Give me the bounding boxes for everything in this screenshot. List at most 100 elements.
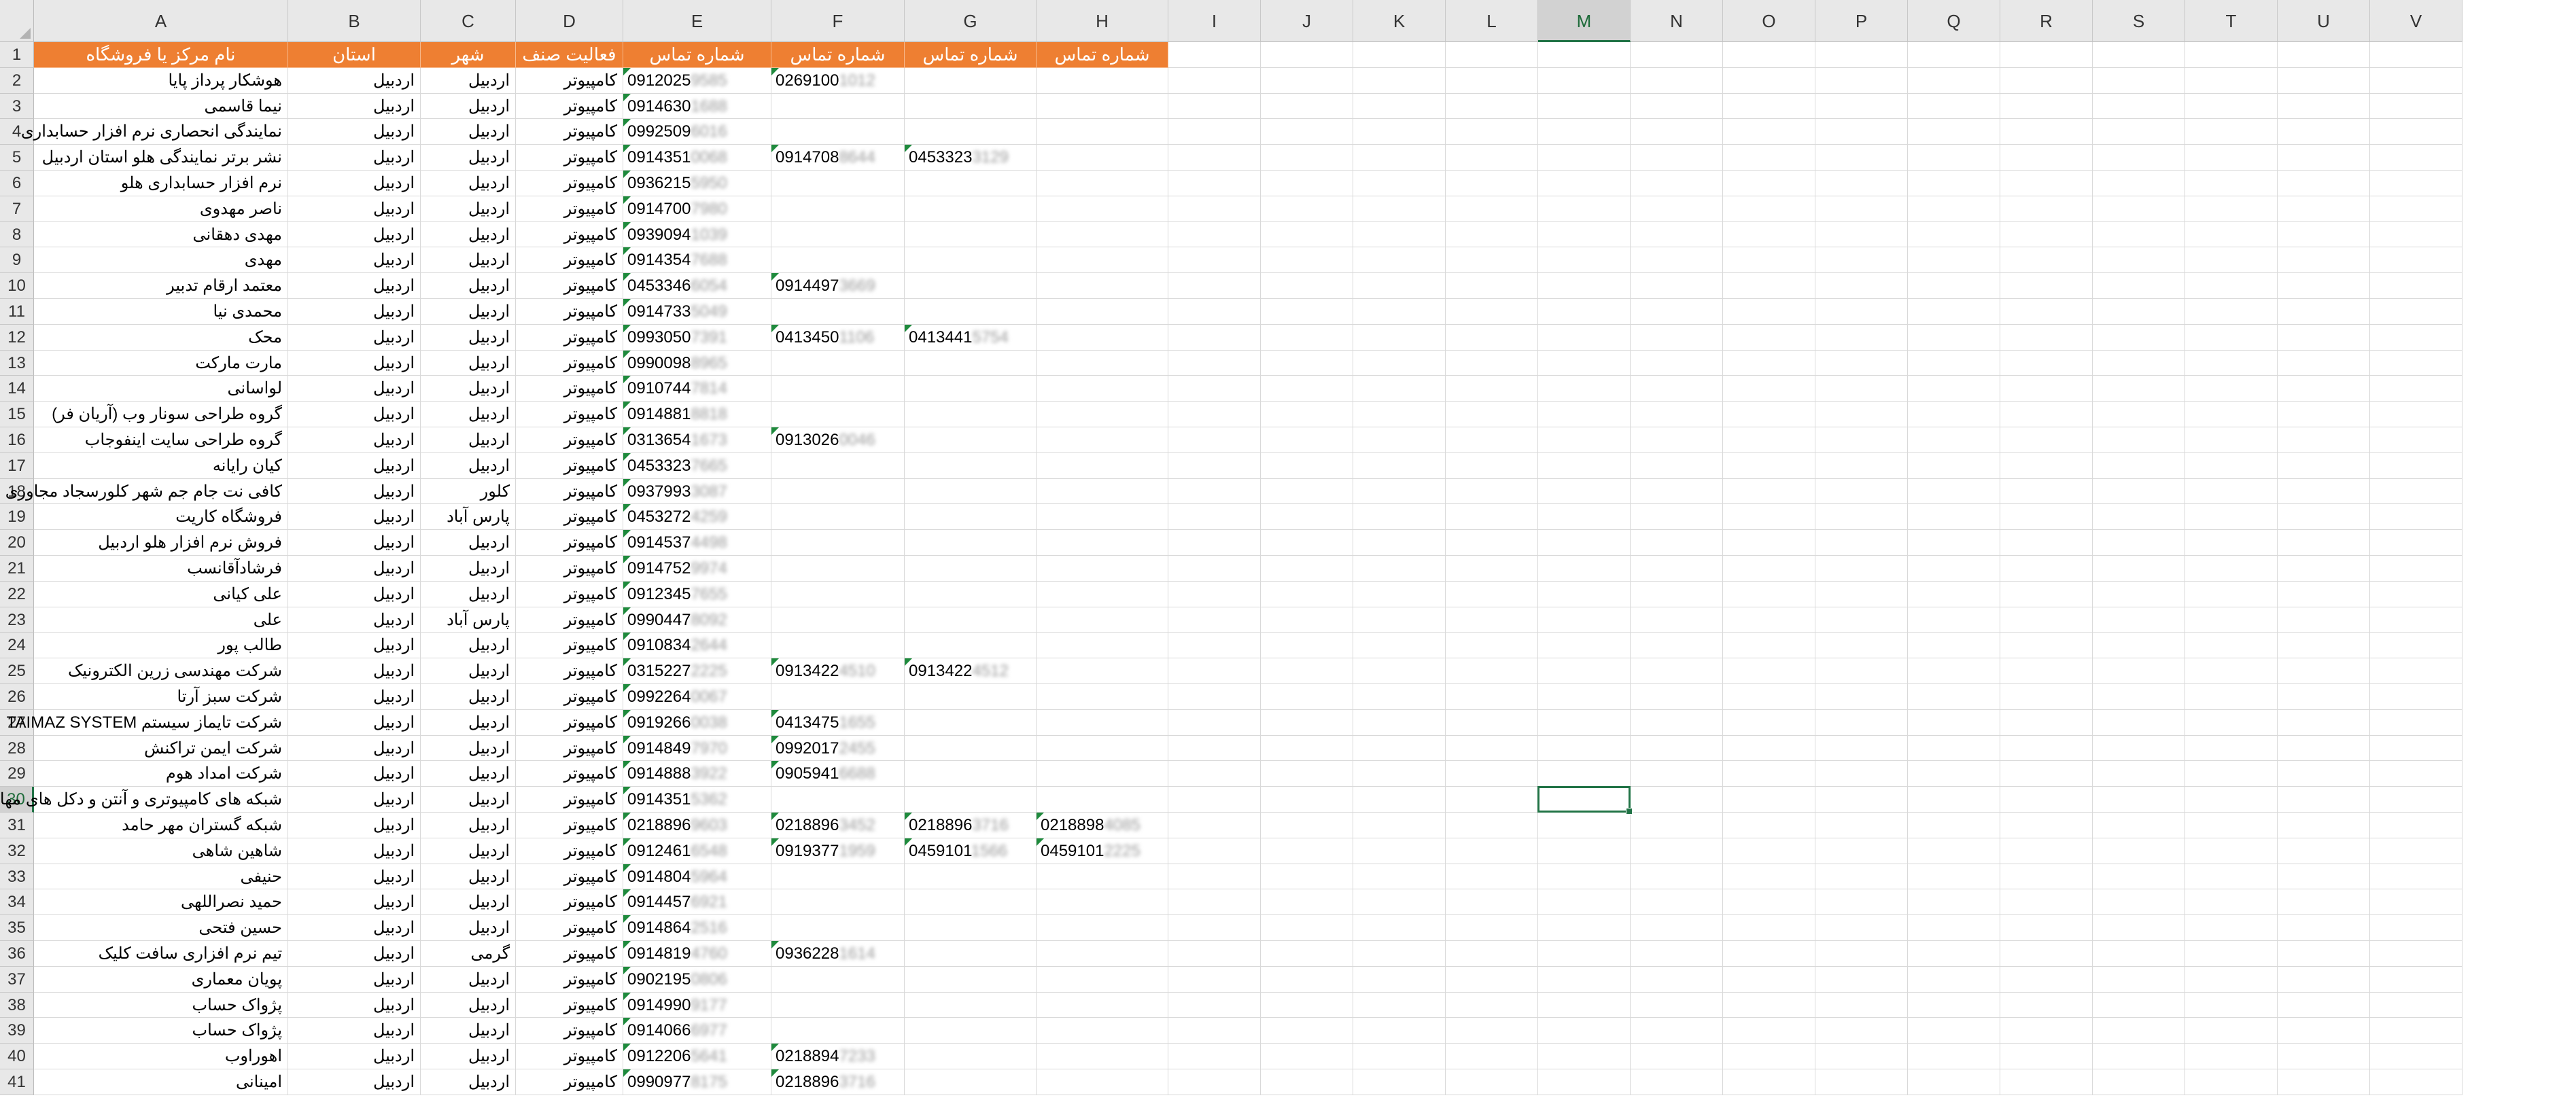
city-cell[interactable]: اردبیل bbox=[421, 966, 516, 993]
column-header-l[interactable]: L bbox=[1446, 0, 1538, 42]
cell[interactable] bbox=[1723, 93, 1815, 120]
cell[interactable] bbox=[2185, 1018, 2278, 1044]
cell[interactable] bbox=[1168, 761, 1261, 787]
cell[interactable] bbox=[2093, 709, 2185, 736]
cell[interactable] bbox=[1723, 376, 1815, 402]
cell[interactable] bbox=[2000, 145, 2093, 171]
cell[interactable] bbox=[1037, 1044, 1168, 1069]
cell[interactable] bbox=[2000, 530, 2093, 556]
cell[interactable] bbox=[1261, 171, 1353, 196]
cell[interactable] bbox=[1446, 761, 1538, 787]
cell[interactable] bbox=[1815, 1069, 1908, 1095]
phone-cell[interactable]: 04533237665 bbox=[623, 452, 771, 479]
cell[interactable] bbox=[1168, 221, 1261, 248]
cell[interactable] bbox=[2370, 658, 2462, 684]
cell[interactable] bbox=[2370, 1018, 2462, 1044]
cell[interactable] bbox=[1815, 556, 1908, 582]
cell[interactable] bbox=[1037, 452, 1168, 479]
cell[interactable] bbox=[1037, 915, 1168, 941]
cell[interactable] bbox=[905, 787, 1037, 813]
cell[interactable] bbox=[2000, 633, 2093, 659]
province-cell[interactable]: اردبیل bbox=[288, 864, 421, 890]
activity-cell[interactable]: کامپیوتر bbox=[516, 915, 623, 941]
header-cell[interactable]: شماره تماس bbox=[1037, 42, 1168, 68]
activity-cell[interactable]: کامپیوتر bbox=[516, 93, 623, 120]
cell[interactable] bbox=[2370, 581, 2462, 607]
number-stored-as-text-indicator-icon[interactable] bbox=[623, 350, 631, 358]
city-cell[interactable]: اردبیل bbox=[421, 992, 516, 1018]
number-stored-as-text-indicator-icon[interactable] bbox=[623, 684, 631, 692]
cell[interactable] bbox=[1908, 813, 2000, 838]
cell[interactable] bbox=[905, 992, 1037, 1018]
cell[interactable] bbox=[1538, 889, 1631, 916]
cell[interactable] bbox=[1037, 67, 1168, 94]
cell[interactable] bbox=[1538, 1018, 1631, 1044]
cell[interactable] bbox=[1446, 941, 1538, 967]
cell[interactable] bbox=[1631, 478, 1723, 505]
activity-cell[interactable]: کامپیوتر bbox=[516, 324, 623, 351]
cell[interactable] bbox=[1538, 941, 1631, 967]
cell[interactable] bbox=[1261, 581, 1353, 607]
activity-cell[interactable]: کامپیوتر bbox=[516, 376, 623, 402]
store-name-cell[interactable]: اهوراوب bbox=[34, 1044, 288, 1069]
phone-cell[interactable]: 02691001012 bbox=[771, 67, 905, 94]
header-cell[interactable]: نام مرکز یا فروشگاه bbox=[34, 42, 288, 68]
city-cell[interactable]: اردبیل bbox=[421, 376, 516, 402]
cell[interactable] bbox=[1037, 684, 1168, 710]
city-cell[interactable]: اردبیل bbox=[421, 93, 516, 120]
activity-cell[interactable]: کامپیوتر bbox=[516, 864, 623, 890]
number-stored-as-text-indicator-icon[interactable] bbox=[623, 427, 631, 435]
province-cell[interactable]: اردبیل bbox=[288, 221, 421, 248]
number-stored-as-text-indicator-icon[interactable] bbox=[623, 581, 631, 589]
province-cell[interactable]: اردبیل bbox=[288, 992, 421, 1018]
cell[interactable] bbox=[1446, 658, 1538, 684]
cell[interactable] bbox=[1037, 1018, 1168, 1044]
cell[interactable] bbox=[1538, 1044, 1631, 1069]
cell[interactable] bbox=[2000, 221, 2093, 248]
cell[interactable] bbox=[1353, 966, 1446, 993]
activity-cell[interactable]: کامپیوتر bbox=[516, 402, 623, 427]
phone-cell[interactable]: 09148497970 bbox=[623, 735, 771, 762]
phone-cell[interactable]: 09123457655 bbox=[623, 581, 771, 607]
cell[interactable] bbox=[1168, 813, 1261, 838]
row-header[interactable]: 29 bbox=[0, 761, 34, 787]
phone-cell[interactable]: 09192660038 bbox=[623, 709, 771, 736]
cell[interactable] bbox=[905, 427, 1037, 453]
number-stored-as-text-indicator-icon[interactable] bbox=[905, 813, 912, 820]
column-header-d[interactable]: D bbox=[516, 0, 623, 42]
cell[interactable] bbox=[1538, 1069, 1631, 1095]
cell[interactable] bbox=[2093, 452, 2185, 479]
cell[interactable] bbox=[1353, 864, 1446, 890]
cell[interactable] bbox=[1168, 324, 1261, 351]
column-header-o[interactable]: O bbox=[1723, 0, 1815, 42]
number-stored-as-text-indicator-icon[interactable] bbox=[623, 402, 631, 410]
cell[interactable] bbox=[1446, 633, 1538, 659]
cell[interactable] bbox=[2185, 452, 2278, 479]
cell[interactable] bbox=[1446, 915, 1538, 941]
cell[interactable] bbox=[1723, 864, 1815, 890]
cell[interactable] bbox=[1168, 966, 1261, 993]
cell[interactable] bbox=[905, 350, 1037, 376]
cell[interactable] bbox=[1037, 504, 1168, 531]
cell[interactable] bbox=[2278, 735, 2370, 762]
number-stored-as-text-indicator-icon[interactable] bbox=[623, 171, 631, 178]
cell[interactable] bbox=[1815, 93, 1908, 120]
cell[interactable] bbox=[1723, 402, 1815, 427]
number-stored-as-text-indicator-icon[interactable] bbox=[623, 709, 631, 717]
active-cell-outline[interactable] bbox=[1537, 786, 1633, 815]
column-header-r[interactable]: R bbox=[2000, 0, 2093, 42]
cell[interactable] bbox=[1908, 761, 2000, 787]
cell[interactable] bbox=[2278, 1018, 2370, 1044]
row-header[interactable]: 3 bbox=[0, 93, 34, 120]
cell[interactable] bbox=[1261, 633, 1353, 659]
cell[interactable] bbox=[1815, 864, 1908, 890]
phone-cell[interactable]: 09925096016 bbox=[623, 119, 771, 145]
store-name-cell[interactable]: هوشکار پرداز پایا bbox=[34, 67, 288, 94]
number-stored-as-text-indicator-icon[interactable] bbox=[771, 813, 779, 820]
phone-cell[interactable]: 09146301688 bbox=[623, 93, 771, 120]
row-header[interactable]: 21 bbox=[0, 556, 34, 582]
cell[interactable] bbox=[2185, 402, 2278, 427]
cell[interactable] bbox=[1815, 402, 1908, 427]
cell[interactable] bbox=[1631, 504, 1723, 531]
cell[interactable] bbox=[1631, 42, 1723, 68]
